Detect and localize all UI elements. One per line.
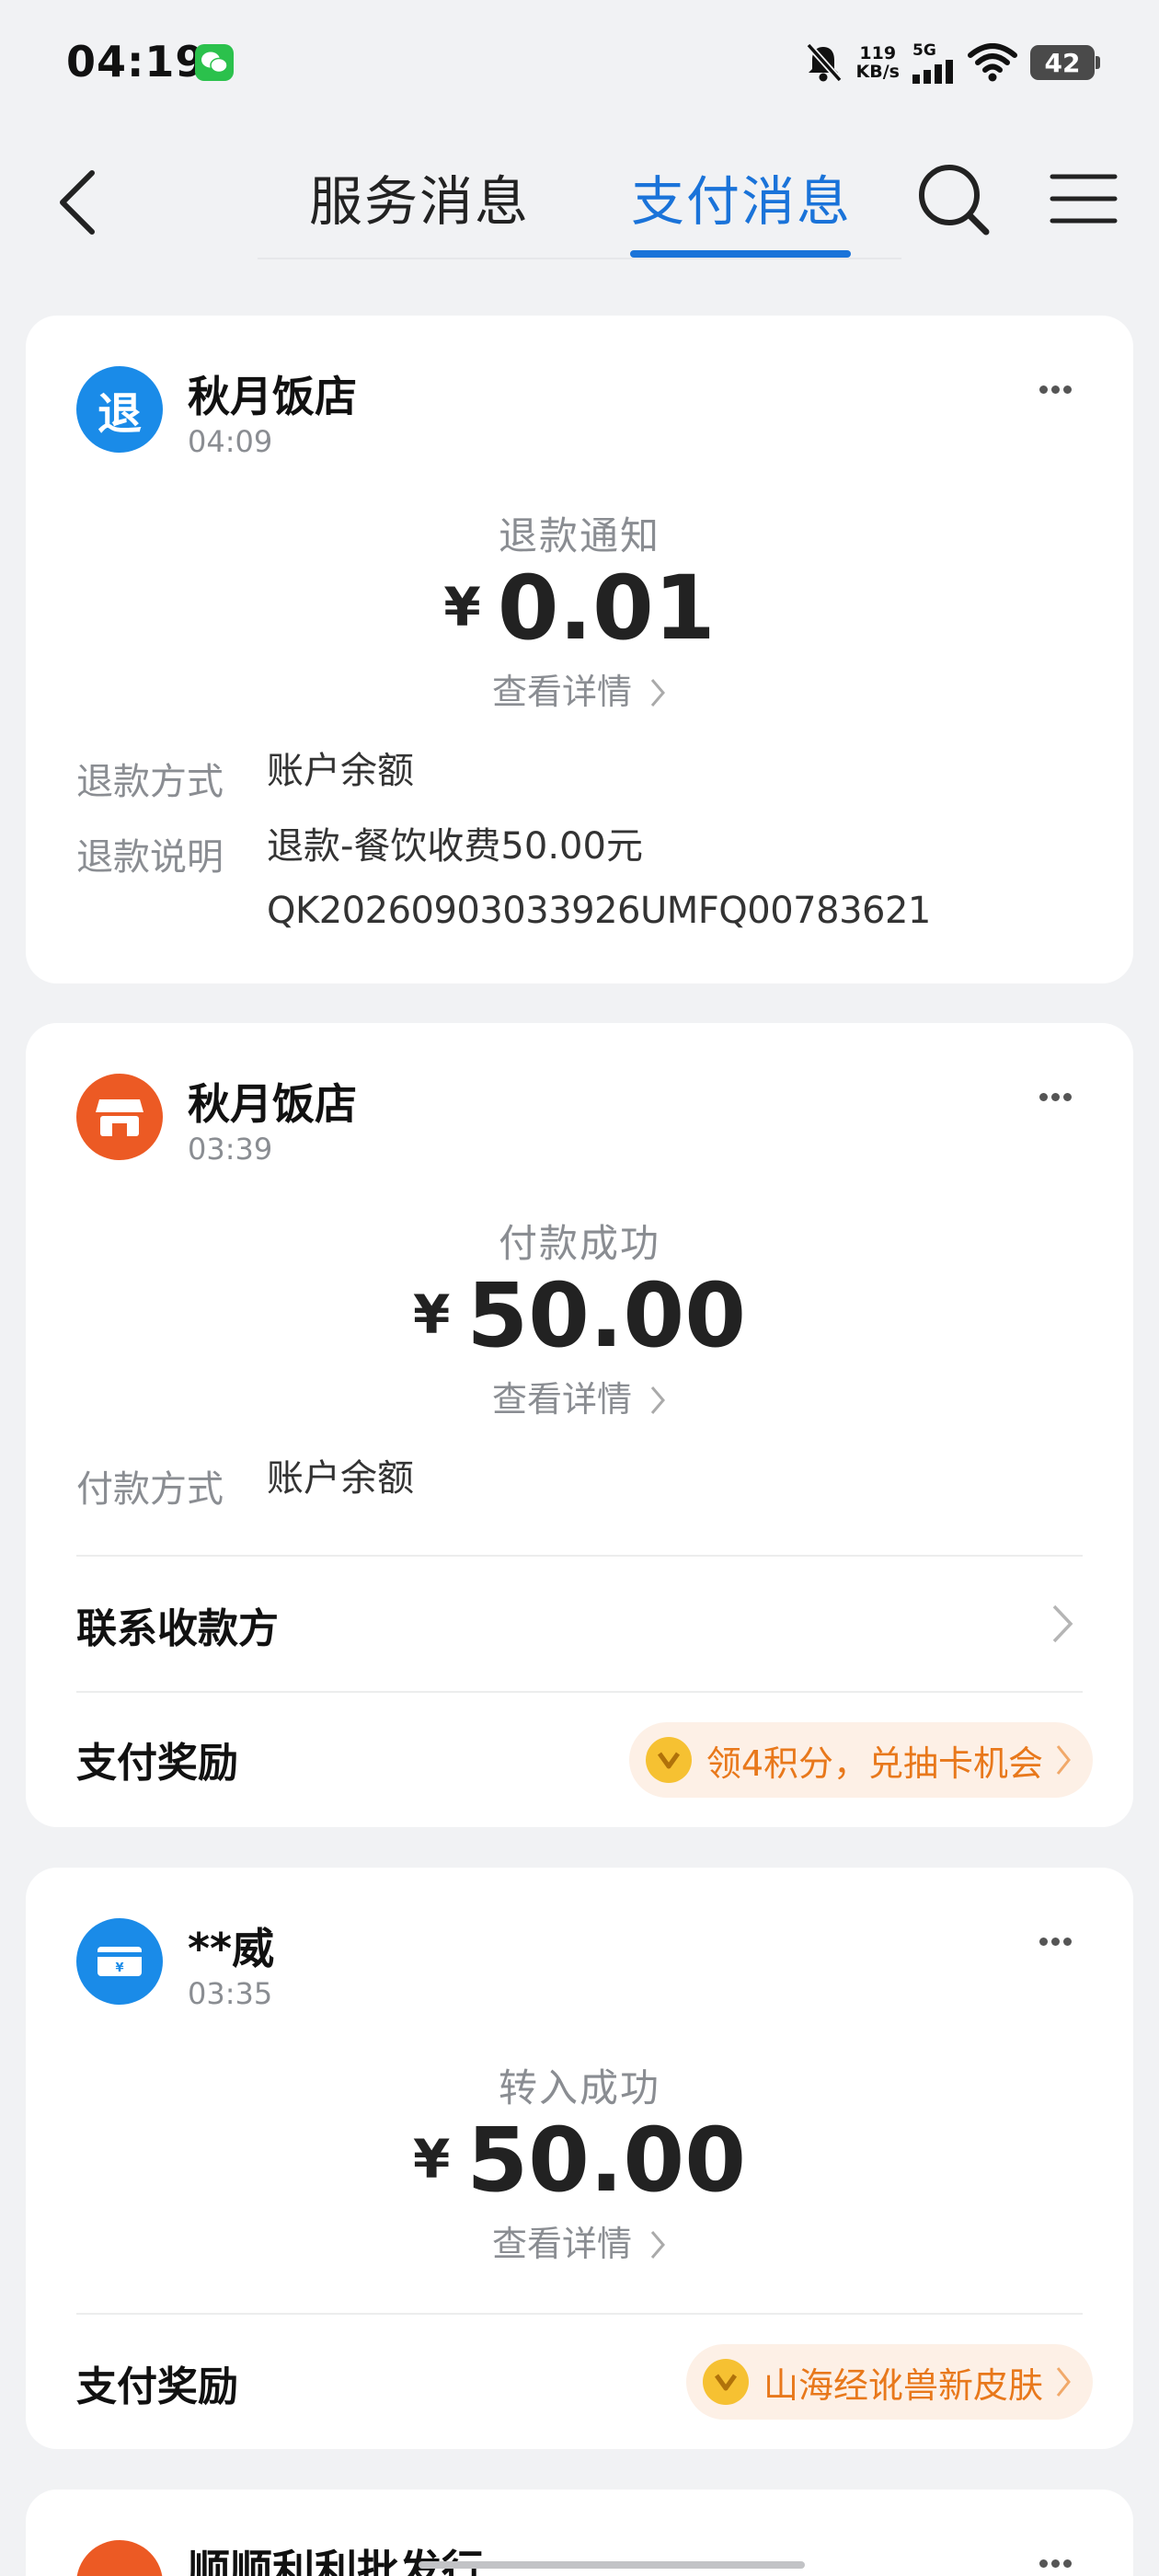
payment-method-label: 付款方式 — [76, 1468, 224, 1511]
message-time: 03:35 — [188, 1976, 273, 2011]
status-time: 04:19 — [66, 37, 206, 86]
refund-avatar-icon: 退 — [76, 366, 163, 453]
chevron-right-icon — [650, 1386, 666, 1414]
chevron-right-icon[interactable] — [1049, 1603, 1076, 1645]
merchant-name: 顺顺利利批发行 — [188, 2546, 484, 2576]
payment-card[interactable]: 秋月饭店 03:39 付款成功 ¥50.00 查看详情 付款方式 账户余额 联系… — [26, 1023, 1133, 1827]
search-icon[interactable] — [914, 160, 993, 239]
message-time: 03:39 — [188, 1132, 273, 1167]
refund-card[interactable]: 退 秋月饭店 04:09 退款通知 ¥0.01 查看详情 退款方式 账户余额 退… — [26, 316, 1133, 983]
chevron-right-icon — [650, 2231, 666, 2259]
shop-icon — [76, 1074, 163, 1160]
tab-payment-messages[interactable]: 支付消息 — [631, 158, 852, 236]
reward-pill[interactable]: 山海经讹兽新皮肤 — [685, 2344, 1093, 2420]
merchant-name: 秋月饭店 — [188, 372, 357, 421]
reward-pill[interactable]: 领4积分，兑抽卡机会 — [628, 1722, 1093, 1798]
shop-icon — [76, 2540, 163, 2576]
notice-title: 付款成功 — [498, 1221, 660, 1266]
payment-reward-label: 支付奖励 — [76, 2363, 238, 2410]
notice-title: 退款通知 — [498, 513, 660, 558]
notice-title: 转入成功 — [498, 2065, 660, 2110]
back-arrow-icon[interactable] — [53, 166, 109, 239]
active-tab-indicator — [630, 250, 851, 258]
refund-method-label: 退款方式 — [76, 761, 224, 803]
tab-service-messages[interactable]: 服务消息 — [309, 158, 530, 236]
refund-method-value: 账户余额 — [267, 750, 414, 792]
reward-coin-icon — [645, 1737, 692, 1783]
divider — [76, 1555, 1083, 1557]
svg-text:¥: ¥ — [115, 1961, 123, 1975]
mute-bell-icon — [805, 42, 843, 83]
tab-bar-line — [258, 258, 901, 259]
signal-icon: 5G — [912, 41, 955, 84]
view-details-link[interactable]: 查看详情 — [26, 663, 1133, 714]
view-details-link[interactable]: 查看详情 — [26, 1371, 1133, 1421]
net-speed: 119 KB/s — [855, 43, 900, 82]
wechat-icon — [195, 44, 234, 81]
reward-text: 山海经讹兽新皮肤 — [763, 2364, 1043, 2406]
refund-note-value: 退款-餐饮收费50.00元 QK20260903033926UMFQ007836… — [267, 825, 931, 932]
amount: ¥50.00 — [412, 1264, 746, 1367]
more-options-icon[interactable] — [1039, 380, 1076, 394]
message-time: 04:09 — [188, 424, 273, 459]
amount: ¥0.01 — [443, 557, 716, 660]
amount: ¥50.00 — [412, 2109, 746, 2212]
status-bar: 04:19 119 KB/s 5G 42 — [0, 0, 1159, 129]
reward-coin-icon — [702, 2359, 749, 2405]
merchant-name: **威 — [188, 1924, 275, 1973]
payment-method-value: 账户余额 — [267, 1457, 414, 1500]
more-options-icon[interactable] — [1039, 2554, 1076, 2568]
payment-reward-label: 支付奖励 — [76, 1740, 238, 1787]
battery-icon: 42 — [1030, 45, 1100, 80]
merchant-name: 秋月饭店 — [188, 1079, 357, 1129]
refund-note-label: 退款说明 — [76, 836, 224, 879]
more-options-icon[interactable] — [1039, 1932, 1076, 1946]
chevron-right-icon — [1056, 2367, 1071, 2397]
view-details-link[interactable]: 查看详情 — [26, 2215, 1133, 2266]
menu-icon[interactable] — [1049, 171, 1119, 226]
more-options-icon[interactable] — [1039, 1087, 1076, 1101]
reward-text: 领4积分，兑抽卡机会 — [706, 1742, 1043, 1784]
status-icons: 119 KB/s 5G 42 — [803, 39, 1100, 86]
transfer-card[interactable]: ¥ **威 03:35 转入成功 ¥50.00 查看详情 支付奖励 山海经讹兽新… — [26, 1868, 1133, 2449]
home-indicator[interactable] — [419, 2561, 805, 2569]
chevron-right-icon — [1056, 1745, 1071, 1775]
wifi-icon — [968, 43, 1017, 82]
contact-payee-row[interactable]: 联系收款方 — [76, 1595, 279, 1654]
transfer-card-icon: ¥ — [76, 1918, 163, 2005]
divider — [76, 1691, 1083, 1693]
divider — [76, 2313, 1083, 2315]
top-nav: 服务消息 支付消息 — [0, 138, 1159, 267]
chevron-right-icon — [650, 679, 666, 707]
